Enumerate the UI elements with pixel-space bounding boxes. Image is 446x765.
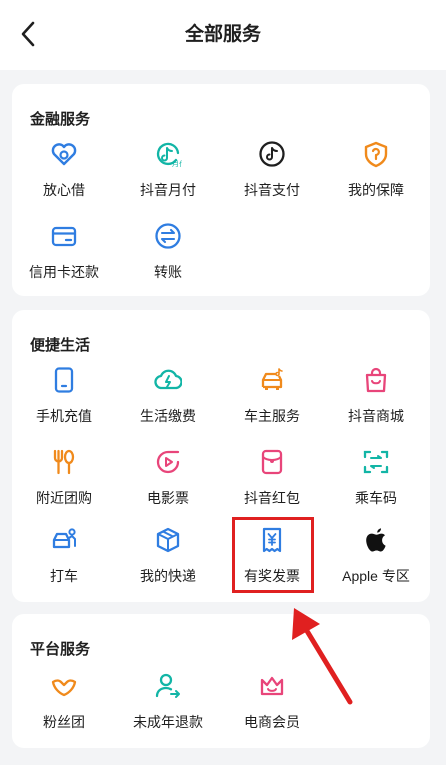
arrow-up-left-icon [292, 608, 353, 705]
service-label: 抖音月付 [140, 182, 196, 198]
service-label: 放心借 [43, 182, 85, 198]
service-group-buy[interactable]: 附近团购 [12, 448, 116, 520]
ecommerce-member-icon [258, 672, 286, 700]
service-taxi[interactable]: 打车 [12, 526, 116, 598]
car-service-icon [258, 366, 286, 394]
service-label: 粉丝团 [43, 714, 85, 730]
service-movie-ticket[interactable]: 电影票 [116, 448, 220, 520]
service-douyin-pay[interactable]: 抖音支付 [220, 140, 324, 212]
service-label: 车主服务 [244, 408, 300, 424]
transit-scan-icon [362, 448, 390, 476]
service-label: 乘车码 [355, 490, 397, 506]
transfer-icon [154, 222, 182, 250]
service-label: 电商会员 [244, 714, 300, 730]
service-minor-refund[interactable]: 未成年退款 [116, 672, 220, 744]
fan-club-icon [50, 672, 78, 700]
back-button[interactable] [14, 18, 42, 50]
highlight-box [232, 517, 314, 593]
finance-section: 金融服务 放心借 月付 抖音月付 抖音支付 我的保障 [12, 84, 430, 296]
loan-icon [50, 140, 78, 168]
service-fan-club[interactable]: 粉丝团 [12, 672, 116, 744]
insurance-shield-icon [362, 140, 390, 168]
service-label: 我的快递 [140, 568, 196, 584]
service-credit-card[interactable]: 信用卡还款 [12, 222, 116, 294]
service-insurance[interactable]: 我的保障 [324, 140, 428, 212]
movie-ticket-icon [154, 448, 182, 476]
service-label: 我的保障 [348, 182, 404, 198]
apple-icon [362, 526, 390, 554]
service-car-owner[interactable]: 车主服务 [220, 366, 324, 438]
fork-spoon-icon [50, 448, 78, 476]
shopping-bag-icon [362, 366, 390, 394]
service-express[interactable]: 我的快递 [116, 526, 220, 598]
service-label: 未成年退款 [133, 714, 203, 730]
minor-refund-icon [154, 672, 182, 700]
service-utility-bill[interactable]: 生活缴费 [116, 366, 220, 438]
red-envelope-icon [258, 448, 286, 476]
service-loan[interactable]: 放心借 [12, 140, 116, 212]
service-label: 抖音支付 [244, 182, 300, 198]
platform-section: 平台服务 粉丝团 未成年退款 电商会员 [12, 614, 430, 748]
svg-text:月付: 月付 [172, 159, 182, 168]
service-label: 抖音红包 [244, 490, 300, 506]
service-label: 信用卡还款 [29, 264, 99, 280]
utility-bill-icon [154, 366, 182, 394]
chevron-left-icon [21, 21, 35, 47]
convenient-life-section: 便捷生活 手机充值 生活缴费 车主服务 抖音商城 附近团购 电影票 抖音红包 乘… [12, 310, 430, 602]
douyin-pay-icon [258, 140, 286, 168]
service-label: 电影票 [147, 490, 189, 506]
service-label: 生活缴费 [140, 408, 196, 424]
service-label: 抖音商城 [348, 408, 404, 424]
package-icon [154, 526, 182, 554]
service-red-envelope[interactable]: 抖音红包 [220, 448, 324, 520]
page-title: 全部服务 [184, 24, 261, 45]
service-phone-topup[interactable]: 手机充值 [12, 366, 116, 438]
service-monthly-pay[interactable]: 月付 抖音月付 [116, 140, 220, 212]
phone-topup-icon [50, 366, 78, 394]
service-label: 手机充值 [36, 408, 92, 424]
monthly-pay-icon: 月付 [154, 140, 182, 168]
taxi-icon [50, 526, 78, 554]
credit-card-icon [50, 222, 78, 250]
service-apple-zone[interactable]: Apple 专区 [324, 526, 428, 598]
top-bar: 全部服务 [0, 0, 446, 70]
service-transit-code[interactable]: 乘车码 [324, 448, 428, 520]
service-douyin-mall[interactable]: 抖音商城 [324, 366, 428, 438]
service-label: Apple 专区 [342, 568, 410, 584]
service-transfer[interactable]: 转账 [116, 222, 220, 294]
service-label: 转账 [154, 264, 182, 280]
service-label: 打车 [50, 568, 78, 584]
service-label: 附近团购 [36, 490, 92, 506]
